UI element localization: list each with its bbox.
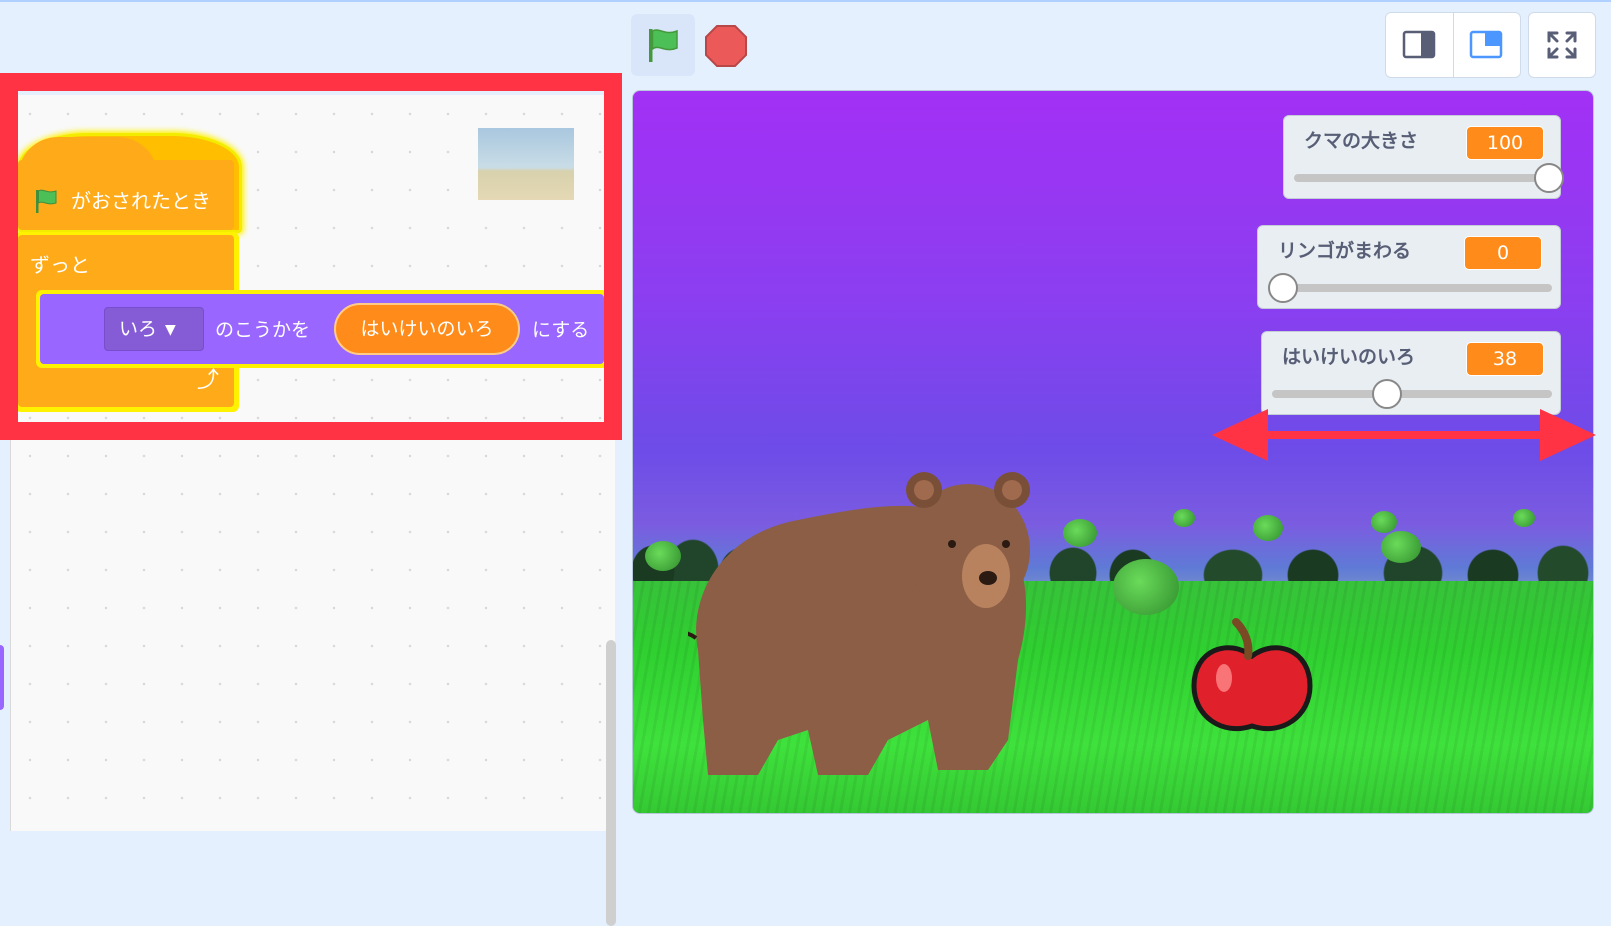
monitor-value: 38 — [1466, 342, 1544, 376]
monitor-slider-thumb[interactable] — [1268, 273, 1298, 303]
monitor-slider-thumb[interactable] — [1534, 163, 1564, 193]
variable-monitor-apple-rotate[interactable]: リンゴがまわる 0 — [1257, 225, 1561, 309]
variable-monitor-bg-color[interactable]: はいけいのいろ 38 — [1261, 331, 1561, 415]
monitor-value: 0 — [1464, 236, 1542, 270]
bear-sprite[interactable] — [688, 440, 1058, 780]
fullscreen-icon — [1547, 31, 1577, 59]
small-stage-icon — [1402, 30, 1436, 59]
highlight-frame — [0, 73, 622, 440]
monitor-label: クマの大きさ — [1304, 130, 1419, 152]
stage-size-toggle — [1385, 12, 1521, 78]
hay-bale — [645, 541, 681, 571]
hay-bale — [1381, 531, 1421, 563]
monitor-label: はいけいのいろ — [1282, 346, 1416, 368]
hay-bale — [1513, 509, 1535, 527]
green-flag-icon — [649, 29, 678, 62]
small-stage-button[interactable] — [1386, 13, 1454, 77]
apple-sprite[interactable] — [1188, 616, 1316, 740]
monitor-slider-track[interactable] — [1272, 390, 1552, 398]
variable-monitor-bear-size[interactable]: クマの大きさ 100 — [1283, 115, 1564, 199]
hay-bale — [1113, 559, 1179, 615]
monitor-label: リンゴがまわる — [1278, 240, 1412, 262]
monitor-slider-track[interactable] — [1268, 284, 1552, 292]
stop-button[interactable] — [704, 24, 748, 68]
hay-bale — [1173, 509, 1195, 527]
monitor-slider-track[interactable] — [1294, 174, 1550, 182]
double-arrow-icon — [1212, 409, 1596, 461]
hay-bale — [1371, 511, 1397, 533]
green-flag-button[interactable] — [631, 14, 695, 76]
normal-stage-button[interactable] — [1453, 13, 1520, 77]
normal-stage-icon — [1469, 30, 1503, 59]
hay-bale — [1253, 515, 1283, 541]
monitor-value: 100 — [1466, 126, 1544, 160]
hay-bale — [1063, 519, 1097, 547]
fullscreen-button[interactable] — [1528, 12, 1596, 78]
script-scrollbar[interactable] — [606, 640, 616, 926]
top-accent-line — [0, 0, 1611, 2]
palette-edge-tab[interactable] — [0, 645, 4, 710]
